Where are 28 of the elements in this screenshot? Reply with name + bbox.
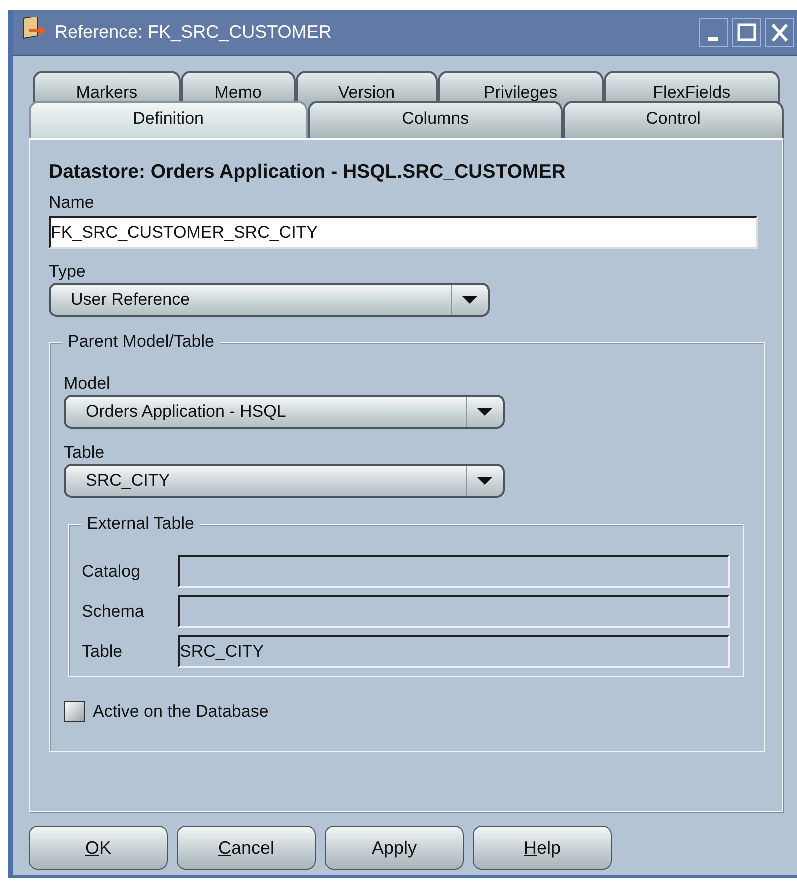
- field-label: Table: [64, 442, 106, 464]
- maximize-button[interactable]: [732, 18, 762, 48]
- dialog-button[interactable]: OK: [29, 826, 168, 870]
- window-title: Reference: FK_SRC_CUSTOMER: [55, 22, 333, 43]
- field-label: Table: [82, 640, 124, 662]
- dialog-button[interactable]: Help: [473, 826, 612, 870]
- tab[interactable]: Control: [563, 101, 784, 138]
- dropdown[interactable]: User Reference: [49, 283, 490, 317]
- minimize-button[interactable]: [699, 18, 729, 48]
- field-label: Model: [64, 373, 112, 395]
- dropdown[interactable]: SRC_CITY: [64, 464, 505, 498]
- tab[interactable]: Definition: [29, 101, 308, 138]
- checkbox[interactable]: [64, 701, 85, 722]
- field-label: Type: [49, 261, 87, 283]
- dropdown[interactable]: Orders Application - HSQL: [64, 395, 505, 429]
- close-button[interactable]: [765, 18, 795, 48]
- dialog-button[interactable]: Apply: [325, 826, 464, 870]
- field-label: Catalog: [82, 560, 142, 582]
- checkbox-label: Active on the Database: [93, 702, 269, 722]
- tab[interactable]: Columns: [308, 101, 564, 138]
- dropdown-arrow-icon: [462, 296, 478, 304]
- field-label: Schema: [82, 600, 146, 622]
- dropdown-arrow-icon: [477, 408, 493, 416]
- field-label: Name: [49, 192, 96, 214]
- dialog-button[interactable]: Cancel: [177, 826, 316, 870]
- datastore-heading: Datastore: Orders Application - HSQL.SRC_CUSTOMER: [49, 160, 567, 185]
- name-field[interactable]: FK_SRC_CUSTOMER_SRC_CITY: [49, 216, 758, 249]
- dropdown-arrow-icon: [477, 477, 493, 485]
